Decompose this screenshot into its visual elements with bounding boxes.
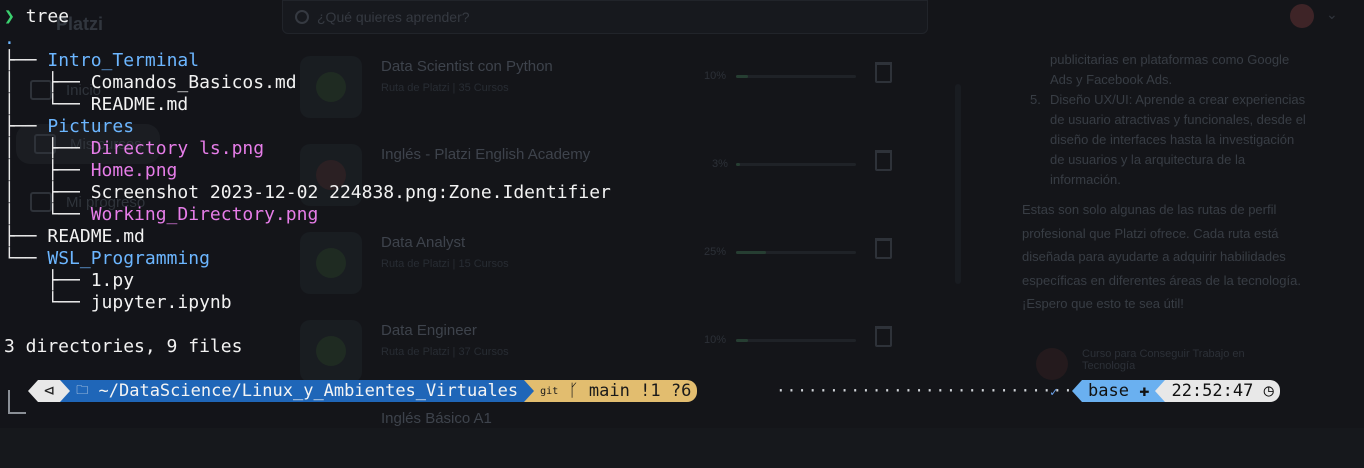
command-text: tree	[25, 6, 70, 27]
clock-time: 22:52:47	[1171, 381, 1254, 401]
tree-entry: ├── 1.py	[4, 270, 134, 292]
tree-entry: └── WSL_Programming	[4, 248, 210, 270]
powerline-right: base ✚ 22:52:47 ◷	[1072, 380, 1280, 402]
tree-branch: ├──	[4, 50, 48, 71]
command-line: ❯ tree	[4, 6, 69, 28]
branch-icon: ᚴ	[568, 381, 579, 401]
tree-entry: │ └── Working_Directory.png	[4, 204, 318, 226]
file-name: Screenshot 2023-12-02 224838.png:Zone.Id…	[90, 182, 611, 203]
tree-branch: └──	[4, 248, 48, 269]
prompt-filler: ········································…	[776, 381, 1072, 400]
tree-branch: ├──	[4, 226, 48, 247]
tree-branch: ├──	[4, 116, 48, 137]
branch-name: main	[588, 381, 630, 401]
directory-name: WSL_Programming	[47, 248, 210, 269]
tree-entry: │ └── README.md	[4, 94, 188, 116]
tree-entry: ├── Intro_Terminal	[4, 50, 199, 72]
terminal-cursor[interactable]	[8, 390, 26, 414]
path-segment: 🗀 ~/DataScience/Linux_y_Ambientes_Virtua…	[70, 380, 525, 402]
tree-branch: │ ├──	[4, 160, 91, 181]
env-segment: base ✚	[1082, 380, 1156, 402]
check-icon: ✓	[1050, 385, 1058, 400]
file-name: 1.py	[90, 270, 135, 291]
tree-branch: │ └──	[4, 94, 91, 115]
git-icon: git	[540, 385, 559, 397]
tree-entry: │ ├── Directory ls.png	[4, 138, 264, 160]
tree-summary: 3 directories, 9 files	[4, 336, 243, 357]
tree-entry: │ ├── Comandos_Basicos.md	[4, 72, 297, 94]
file-name: README.md	[47, 226, 145, 247]
file-name: Directory ls.png	[90, 138, 265, 159]
tree-entry: ├── Pictures	[4, 116, 134, 138]
git-segment: git ᚴ main !1 ?6	[534, 380, 698, 402]
directory-name: Intro_Terminal	[47, 50, 200, 71]
clock-icon: ◷	[1263, 381, 1274, 401]
prompt-arrow-icon: ❯	[4, 6, 15, 27]
file-name: Working_Directory.png	[90, 204, 319, 225]
tree-entry: │ ├── Screenshot 2023-12-02 224838.png:Z…	[4, 182, 611, 204]
powerline-left: ⊲ 🗀 ~/DataScience/Linux_y_Ambientes_Virt…	[28, 380, 698, 402]
tree-branch: │ ├──	[4, 138, 91, 159]
tree-root: .	[4, 28, 15, 49]
current-path: ~/DataScience/Linux_y_Ambientes_Virtuale…	[98, 381, 519, 401]
file-name: README.md	[90, 94, 189, 115]
file-name: Home.png	[90, 160, 178, 181]
tree-branch: ├──	[4, 270, 91, 291]
tree-entry: │ ├── Home.png	[4, 160, 177, 182]
folder-icon: 🗀	[76, 382, 89, 397]
python-icon: ✚	[1139, 381, 1150, 401]
terminal[interactable]: ❯ tree . ├── Intro_Terminal │ ├── Comando…	[0, 0, 1364, 428]
tree-branch: └──	[4, 292, 91, 313]
tree-entry: ├── README.md	[4, 226, 145, 248]
tree-branch: │ ├──	[4, 72, 91, 93]
tree-entry: └── jupyter.ipynb	[4, 292, 232, 314]
tree-branch: │ ├──	[4, 182, 91, 203]
directory-name: Pictures	[47, 116, 135, 137]
env-name: base	[1088, 381, 1129, 401]
time-segment: 22:52:47 ◷	[1165, 380, 1280, 402]
tree-branch: │ └──	[4, 204, 91, 225]
os-icon: ⊲	[38, 380, 61, 402]
file-name: jupyter.ipynb	[90, 292, 232, 313]
git-status: !1 ?6	[640, 381, 692, 401]
file-name: Comandos_Basicos.md	[90, 72, 297, 93]
